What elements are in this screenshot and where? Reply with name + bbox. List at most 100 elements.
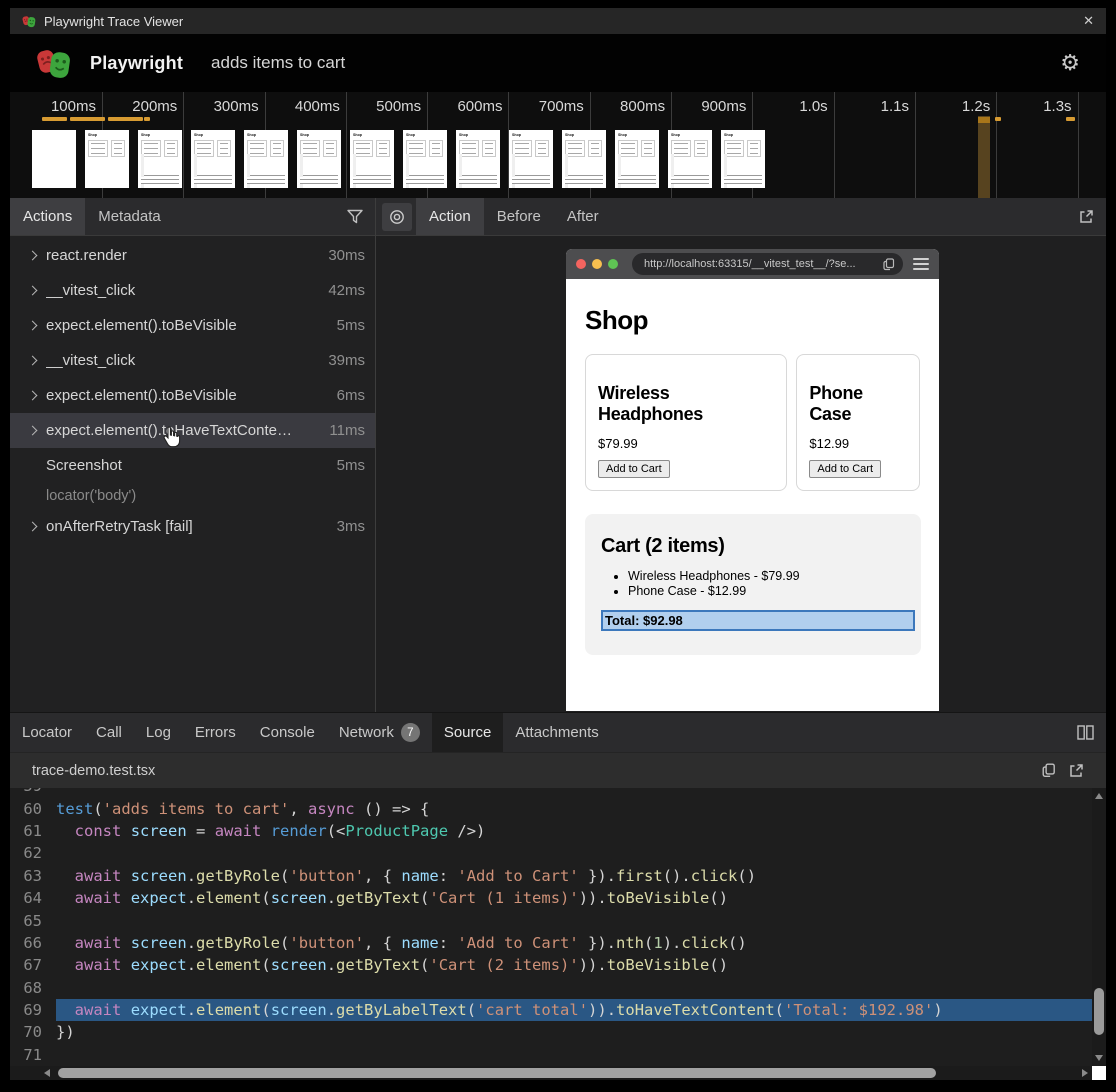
scroll-up-icon[interactable]: [1095, 793, 1103, 799]
tab-label: Locator: [22, 724, 72, 741]
screencast-thumbnail[interactable]: Shop: [297, 130, 341, 188]
screencast-thumbnail[interactable]: Shop: [668, 130, 712, 188]
action-row[interactable]: expect.element().toBeVisible6ms: [10, 378, 375, 413]
pick-locator-button[interactable]: [382, 203, 412, 231]
scroll-left-icon[interactable]: [44, 1069, 50, 1077]
chevron-right-icon[interactable]: [28, 321, 38, 331]
horizontal-scrollbar[interactable]: [10, 1066, 1092, 1080]
action-row[interactable]: __vitest_click39ms: [10, 343, 375, 378]
source-line-62: 62: [10, 842, 1092, 864]
action-name: expect.element().toBeVisible: [46, 387, 329, 404]
copy-url-icon[interactable]: [883, 258, 895, 271]
traffic-light-green-icon: [608, 259, 618, 269]
url-text: http://localhost:63315/__vitest_test__/?…: [644, 258, 856, 270]
action-row[interactable]: expect.element().toBeVisible5ms: [10, 308, 375, 343]
timeline[interactable]: 100ms200ms300ms400ms500ms600ms700ms800ms…: [10, 92, 1106, 198]
tab-source[interactable]: Source: [432, 713, 504, 752]
screencast-thumbnail[interactable]: Shop: [509, 130, 553, 188]
traffic-light-red-icon: [576, 259, 586, 269]
menu-icon[interactable]: [913, 255, 929, 273]
copy-source-icon[interactable]: [1042, 763, 1056, 778]
actions-list: react.render30ms__vitest_click42msexpect…: [10, 236, 375, 712]
tab-after[interactable]: After: [554, 198, 612, 235]
action-duration: 3ms: [337, 518, 365, 535]
tab-label: Console: [260, 724, 315, 741]
screencast-thumbnail[interactable]: Shop: [562, 130, 606, 188]
tab-metadata[interactable]: Metadata: [85, 198, 174, 235]
action-name: expect.element().toBeVisible: [46, 317, 329, 334]
vertical-scrollbar[interactable]: [1092, 788, 1106, 1066]
thumb-shop-title: Shop: [459, 133, 476, 135]
action-row[interactable]: react.render30ms: [10, 238, 375, 273]
action-duration: 5ms: [337, 457, 365, 474]
add-to-cart-button[interactable]: Add to Cart: [809, 460, 881, 478]
tab-action[interactable]: Action: [416, 198, 484, 235]
tab-errors[interactable]: Errors: [183, 713, 248, 752]
filter-icon[interactable]: [347, 209, 363, 224]
screencast-thumbnail[interactable]: Shop: [350, 130, 394, 188]
action-duration-bar: [42, 117, 67, 121]
chevron-right-icon[interactable]: [28, 522, 38, 532]
scroll-down-icon[interactable]: [1095, 1055, 1103, 1061]
action-name: expect.element().toHaveTextConte…: [46, 422, 321, 439]
chevron-right-icon[interactable]: [28, 251, 38, 261]
screencast-thumbnail[interactable]: Shop: [244, 130, 288, 188]
product-name: Phone Case: [809, 383, 907, 425]
open-source-external-icon[interactable]: [1068, 763, 1084, 779]
screencast-thumbnail[interactable]: Shop: [85, 130, 129, 188]
tab-label: Source: [444, 724, 492, 741]
screencast-thumbnail[interactable]: Shop: [456, 130, 500, 188]
close-icon[interactable]: ✕: [1083, 13, 1094, 29]
settings-gear-icon[interactable]: ⚙: [1060, 52, 1080, 74]
screencast-thumbnail[interactable]: Shop: [721, 130, 765, 188]
action-locator-subtitle: locator('body'): [10, 483, 375, 509]
source-file-bar: trace-demo.test.tsx: [10, 752, 1106, 788]
action-row[interactable]: __vitest_click42ms: [10, 273, 375, 308]
tab-before[interactable]: Before: [484, 198, 554, 235]
actions-panel: ActionsMetadata react.render30ms__vitest…: [10, 198, 376, 712]
action-row[interactable]: onAfterRetryTask [fail] 3ms: [10, 509, 375, 544]
add-to-cart-button[interactable]: Add to Cart: [598, 460, 670, 478]
line-number: 60: [10, 800, 42, 818]
vertical-scroll-thumb[interactable]: [1094, 988, 1104, 1035]
action-row[interactable]: Screenshot5ms: [10, 448, 375, 483]
action-row[interactable]: expect.element().toHaveTextConte…11ms: [10, 413, 375, 448]
shop-heading: Shop: [585, 305, 920, 336]
action-duration-bar: [1066, 117, 1075, 121]
split-view-icon[interactable]: [1077, 725, 1094, 740]
line-code: await screen.getByRole('button', { name:…: [56, 865, 1092, 887]
bottom-tab-bar: Locator Call Log Errors Console Network7 Sourc…: [10, 712, 1106, 752]
source-line-71: 71: [10, 1044, 1092, 1066]
line-code: const screen = await render(<ProductPage…: [56, 820, 1092, 842]
action-name: onAfterRetryTask [fail]: [46, 518, 329, 535]
tab-label: Call: [96, 724, 122, 741]
screencast-thumbnail[interactable]: Shop: [138, 130, 182, 188]
scrollbar-corner: [1092, 1066, 1106, 1080]
open-external-icon[interactable]: [1078, 209, 1094, 225]
chevron-right-icon[interactable]: [28, 356, 38, 366]
screencast-thumbnail[interactable]: Shop: [403, 130, 447, 188]
tab-call[interactable]: Call: [84, 713, 134, 752]
browser-snapshot: http://localhost:63315/__vitest_test__/?…: [566, 249, 939, 711]
tab-attachments[interactable]: Attachments: [503, 713, 610, 752]
tab-locator[interactable]: Locator: [10, 713, 84, 752]
action-name: __vitest_click: [46, 352, 320, 369]
tab-actions[interactable]: Actions: [10, 198, 85, 235]
chevron-right-icon[interactable]: [28, 286, 38, 296]
screencast-thumbnail[interactable]: Shop: [191, 130, 235, 188]
tab-label: Errors: [195, 724, 236, 741]
playwright-logo-icon: [36, 47, 74, 80]
screencast-thumbnail[interactable]: Shop: [615, 130, 659, 188]
screencast-thumbnail[interactable]: [32, 130, 76, 188]
tab-log[interactable]: Log: [134, 713, 183, 752]
chevron-right-icon[interactable]: [28, 426, 38, 436]
horizontal-scroll-thumb[interactable]: [58, 1068, 936, 1078]
mouse-cursor-icon: [160, 426, 182, 450]
thumb-shop-title: Shop: [300, 133, 317, 135]
tab-network[interactable]: Network7: [327, 713, 432, 752]
chevron-right-icon[interactable]: [28, 391, 38, 401]
product-card: Phone Case$12.99Add to Cart: [796, 354, 920, 491]
line-number: 64: [10, 889, 42, 907]
scroll-right-icon[interactable]: [1082, 1069, 1088, 1077]
tab-console[interactable]: Console: [248, 713, 327, 752]
